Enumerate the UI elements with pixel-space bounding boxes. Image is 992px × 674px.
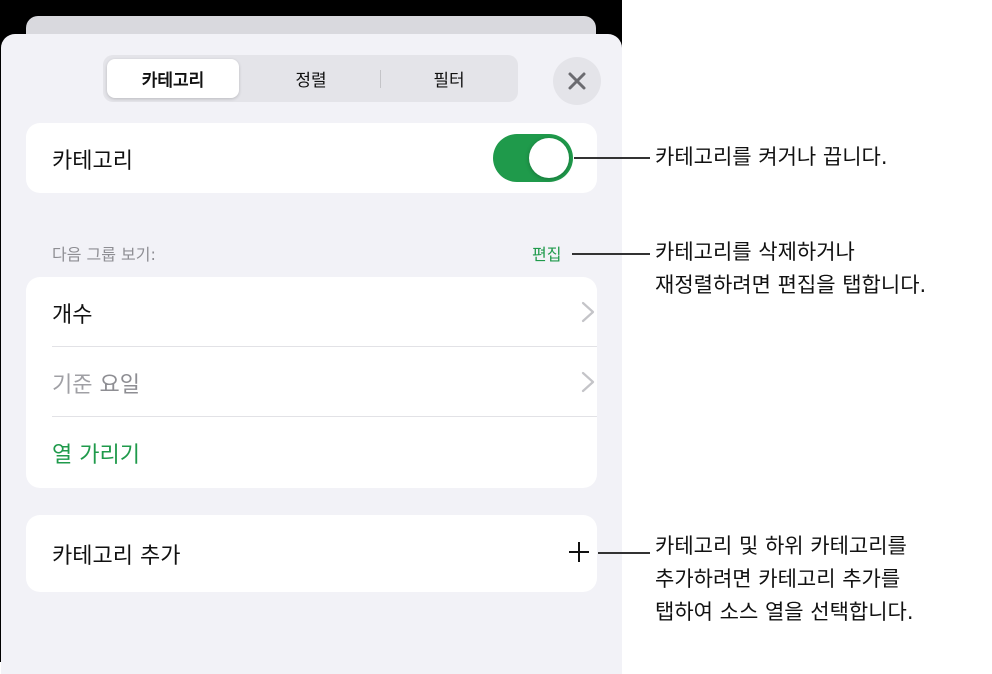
tab-sort[interactable]: 정렬 — [245, 59, 377, 98]
group-options-card: 개수 기준 요일 열 가리기 — [26, 277, 597, 488]
callout-line: 카테고리를 켜거나 끕니다. — [655, 145, 888, 169]
categories-toggle[interactable] — [493, 134, 573, 182]
group-item-count[interactable]: 개수 — [26, 277, 597, 347]
tab-categories[interactable]: 카테고리 — [107, 59, 239, 98]
hide-columns-label: 열 가리기 — [52, 443, 140, 468]
callout-toggle: 카테고리를 켜거나 끕니다. — [655, 141, 888, 174]
callout-line: 카테고리 및 하위 카테고리를 — [655, 534, 907, 558]
group-item-label-part: 기준 — [52, 373, 93, 398]
tab-filter[interactable]: 필터 — [383, 59, 515, 98]
group-item-weekday[interactable]: 기준 요일 — [26, 347, 597, 417]
add-category-card[interactable]: 카테고리 추가 — [26, 515, 597, 592]
group-item-label: 기준 요일 — [52, 367, 140, 399]
hide-columns-row[interactable]: 열 가리기 — [26, 417, 597, 487]
categories-toggle-card: 카테고리 — [26, 123, 597, 193]
chevron-right-icon — [581, 371, 595, 393]
plus-icon — [569, 542, 589, 562]
callout-add: 카테고리 및 하위 카테고리를 추가하려면 카테고리 추가를 탭하여 소스 열을… — [655, 530, 914, 629]
close-button[interactable] — [553, 57, 601, 105]
callout-line: 추가하려면 카테고리 추가를 — [655, 567, 901, 591]
group-by-heading: 다음 그룹 보기: — [52, 245, 156, 264]
edit-button[interactable]: 편집 — [532, 241, 561, 265]
segmented-control: 카테고리 정렬 필터 — [103, 55, 518, 102]
categories-label: 카테고리 — [52, 149, 133, 174]
segment-divider — [380, 70, 381, 88]
callout-line: 재정렬하려면 편집을 탭합니다. — [655, 273, 927, 297]
chevron-right-icon — [581, 301, 595, 323]
callout-line: 카테고리를 삭제하거나 — [655, 240, 855, 264]
close-icon — [568, 72, 586, 90]
callout-line: 탭하여 소스 열을 선택합니다. — [655, 600, 914, 624]
group-item-label-part: 요일 — [99, 373, 140, 398]
callout-leader-add — [598, 552, 650, 554]
add-category-label: 카테고리 추가 — [52, 544, 181, 569]
callout-edit: 카테고리를 삭제하거나 재정렬하려면 편집을 탭합니다. — [655, 236, 926, 302]
callout-leader-edit — [572, 253, 650, 255]
group-item-label: 개수 — [52, 303, 93, 328]
callout-leader-toggle — [574, 157, 650, 159]
toggle-knob — [529, 138, 569, 178]
